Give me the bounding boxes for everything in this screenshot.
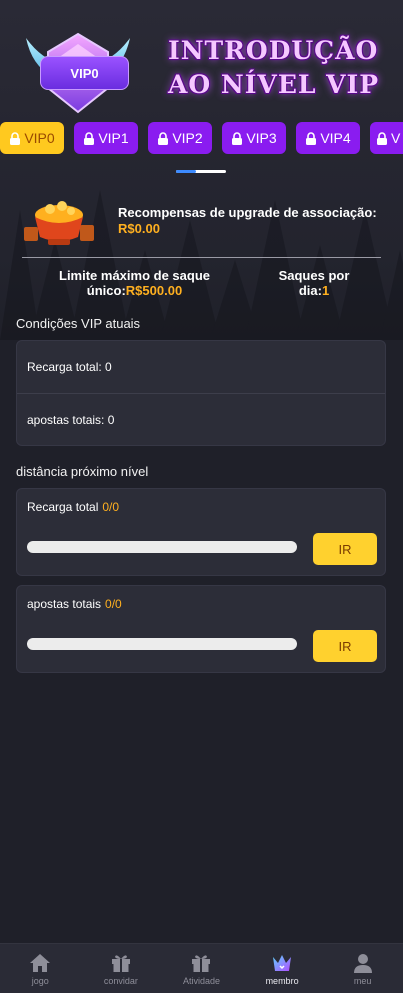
nav-item-jogo[interactable]: jogo [0,944,81,993]
bets-progress-card: apostas totais 0/0 IR [16,585,386,673]
withdrawals-per-day: Saques por dia:1 [272,268,356,298]
tab-label: VIP2 [172,130,203,146]
lock-icon [306,131,317,145]
per-day-value: 1 [321,283,330,298]
upgrade-reward-label: Recompensas de upgrade de associação: [118,205,377,220]
page-title-line2: AO NÍVEL VIP [168,70,380,99]
nav-item-membro[interactable]: membro [242,944,323,993]
page-title-line1: INTRODUÇÃO [168,36,379,65]
progress-value: 0/0 [102,500,120,514]
current-conditions-title: Condições VIP atuais [16,316,141,331]
divider [22,257,381,258]
nav-label: membro [265,976,299,986]
upgrade-reward-text: Recompensas de upgrade de associação: R$… [118,205,388,237]
tab-vip0[interactable]: VIP0 [0,122,64,154]
crown-icon [273,955,292,971]
progress-label-text: Recarga total [27,500,99,514]
vip-badge-label: VIP0 [40,56,129,90]
nav-item-atividade[interactable]: Atividade [161,944,242,993]
bottom-nav: jogo convidar Atividade membro meu [0,943,403,993]
tab-vip1[interactable]: VIP1 [74,122,138,154]
progress-label: Recarga total 0/0 [27,500,119,514]
lock-icon [84,131,95,145]
progress-bar [27,541,297,553]
lock-icon [158,131,169,145]
tab-vip5[interactable]: V [370,122,403,154]
nav-label: meu [353,976,372,986]
tab-label: VIP1 [98,130,129,146]
nav-item-meu[interactable]: meu [322,944,403,993]
treasure-pot-icon [24,201,94,245]
home-icon [30,954,51,972]
nav-label: convidar [103,976,138,986]
tab-label: VIP0 [24,130,55,146]
lock-icon [232,131,243,145]
current-conditions-card: Recarga total: 0 apostas totais: 0 [16,340,386,446]
lock-icon [10,131,21,145]
condition-row: apostas totais: 0 [17,393,385,445]
go-recharge-button[interactable]: IR [313,533,377,565]
vip-tabs: VIP0 VIP1 VIP2 VIP3 VIP4 V [0,122,403,156]
go-bets-button[interactable]: IR [313,630,377,662]
next-level-title: distância próximo nível [16,464,149,479]
max-withdraw-value: R$500.00 [125,283,183,298]
tabs-scroll-indicator [176,170,226,173]
progress-label: apostas totais 0/0 [27,597,122,611]
recharge-progress-card: Recarga total 0/0 IR [16,488,386,576]
tab-vip2[interactable]: VIP2 [148,122,212,154]
nav-item-convidar[interactable]: convidar [81,944,162,993]
per-day-label: Saques por dia: [278,268,350,298]
max-withdraw-limit: Limite máximo de saque único:R$500.00 [52,268,217,298]
user-icon [353,954,372,973]
nav-label: Atividade [182,976,220,986]
progress-label-text: apostas totais [27,597,102,611]
tab-vip4[interactable]: VIP4 [296,122,360,154]
lock-icon [377,131,387,145]
tab-label: VIP3 [246,130,277,146]
tab-label: VIP4 [320,130,351,146]
condition-row: Recarga total: 0 [27,360,112,374]
tab-vip3[interactable]: VIP3 [222,122,286,154]
upgrade-reward-value: R$0.00 [118,221,160,236]
progress-value: 0/0 [105,597,122,611]
progress-bar [27,638,297,650]
nav-label: jogo [31,976,49,986]
gift-icon [111,955,130,972]
tab-label: V [391,130,401,146]
gift-icon [192,955,211,972]
page-title: INTRODUÇÃO AO NÍVEL VIP [168,34,398,102]
